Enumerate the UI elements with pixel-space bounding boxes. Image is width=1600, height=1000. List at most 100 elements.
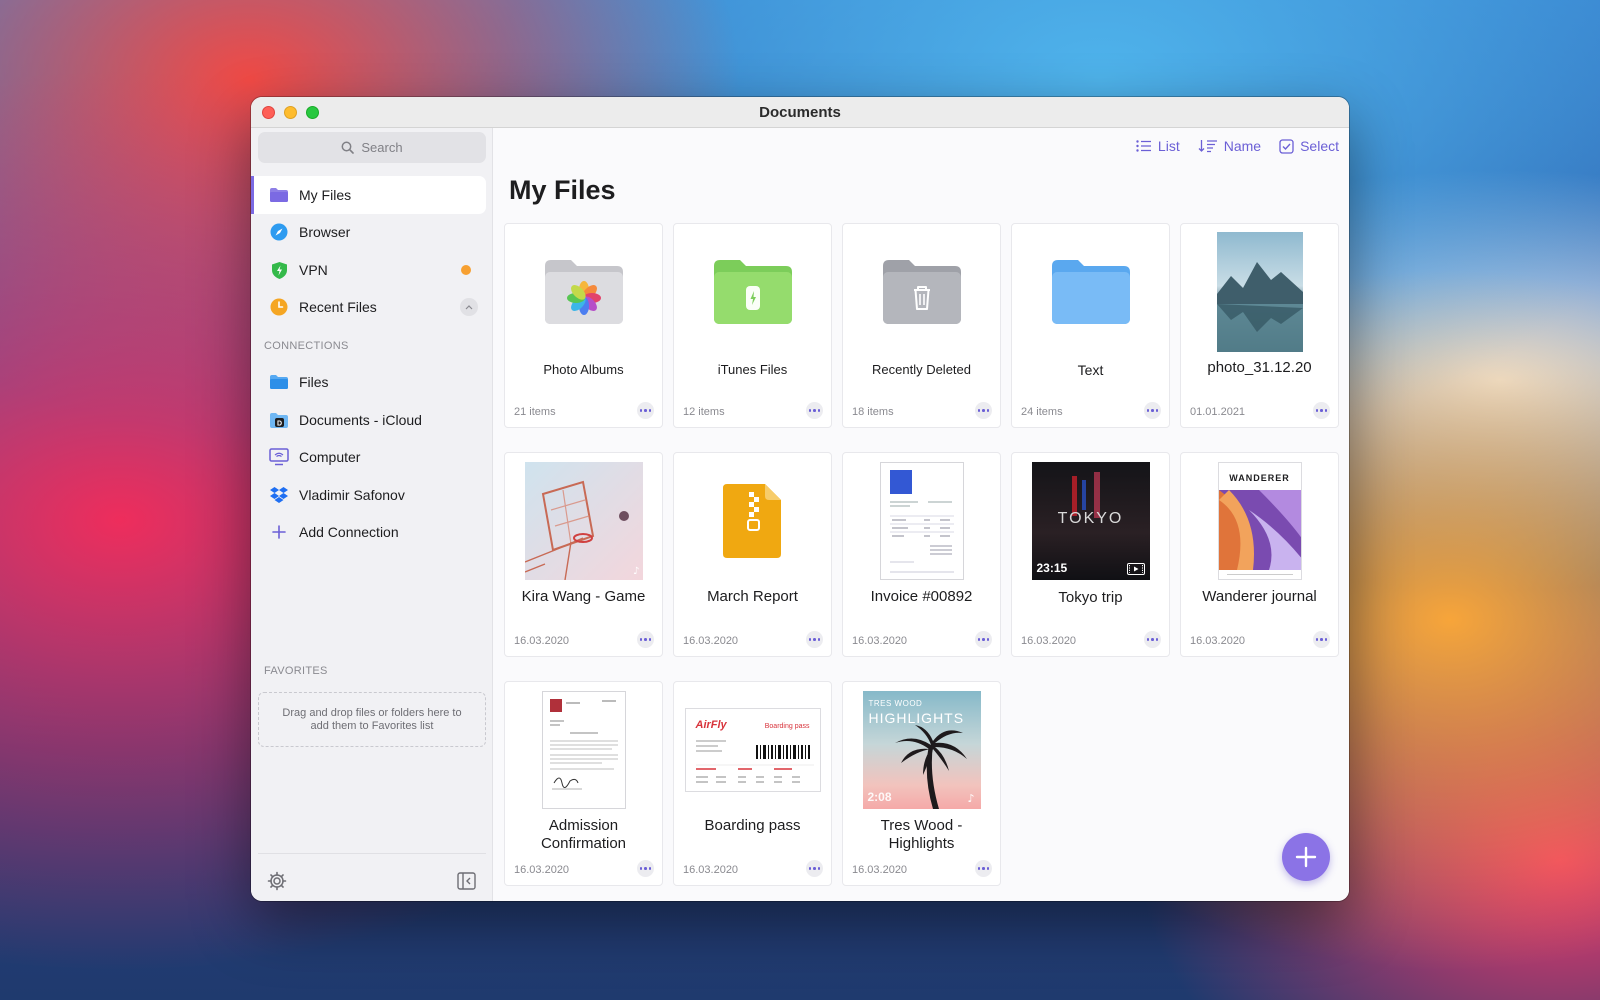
thumbnail: ♪ [505, 453, 662, 588]
file-meta: 12 items [683, 406, 725, 418]
file-card-recently-deleted[interactable]: Recently Deleted 18 items [842, 223, 1001, 428]
file-name: Admission Confirmation [540, 817, 627, 852]
file-meta: 16.03.2020 [514, 635, 570, 647]
file-name: Photo Albums [543, 362, 624, 377]
minimize-window-button[interactable] [284, 106, 297, 119]
more-options-button[interactable] [637, 860, 654, 877]
sidebar-item-dropbox-account[interactable]: Vladimir Safonov [251, 476, 486, 514]
window-controls [262, 106, 319, 119]
airline-brand: AirFly [695, 718, 727, 731]
sidebar-item-recent-files[interactable]: Recent Files [251, 288, 486, 326]
file-card-admission-confirmation[interactable]: Admission Confirmation 16.03.2020 [504, 681, 663, 886]
sidebar-footer-divider [258, 853, 486, 854]
folder-icon [269, 372, 289, 392]
sidebar-item-my-files[interactable]: My Files [251, 176, 486, 214]
magazine-cover-thumbnail: WANDERER [1217, 461, 1302, 580]
more-options-button[interactable] [975, 402, 992, 419]
trash-folder-icon [882, 259, 961, 324]
file-meta: 16.03.2020 [1190, 635, 1246, 647]
sidebar-item-browser[interactable]: Browser [251, 213, 486, 251]
add-connection-label: Add Connection [299, 524, 399, 540]
dropbox-icon [269, 485, 289, 505]
thumbnail [505, 224, 662, 359]
titlebar: Documents [251, 97, 1349, 128]
file-card-itunes-files[interactable]: iTunes Files 12 items [673, 223, 832, 428]
select-label: Select [1300, 138, 1339, 154]
file-card-kira-wang-game[interactable]: ♪ Kira Wang - Game 16.03.2020 [504, 452, 663, 657]
zip-archive-icon [722, 483, 781, 558]
more-options-button[interactable] [975, 631, 992, 648]
more-options-button[interactable] [637, 402, 654, 419]
file-card-tokyo-trip[interactable]: TOKYO 23:15 Tokyo trip 16.03.2020 [1011, 452, 1170, 657]
thumbnail [1012, 224, 1169, 359]
file-meta: 21 items [514, 406, 556, 418]
more-options-button[interactable] [806, 631, 823, 648]
sidebar-item-files[interactable]: Files [251, 363, 486, 401]
more-options-button[interactable] [1144, 631, 1161, 648]
file-card-text[interactable]: Text 24 items [1011, 223, 1170, 428]
more-options-button[interactable] [806, 402, 823, 419]
settings-gear-icon[interactable] [267, 871, 287, 891]
zoom-window-button[interactable] [306, 106, 319, 119]
more-options-button[interactable] [637, 631, 654, 648]
sidebar-item-vpn[interactable]: VPN [251, 251, 486, 289]
file-meta: 24 items [1021, 406, 1063, 418]
file-card-march-report[interactable]: March Report 16.03.2020 [673, 452, 832, 657]
file-meta: 18 items [852, 406, 894, 418]
sidebar-item-documents-icloud[interactable]: D Documents - iCloud [251, 401, 486, 439]
file-card-photo-albums[interactable]: Photo Albums 21 items [504, 223, 663, 428]
chevron-up-icon [465, 304, 473, 309]
computer-icon [269, 447, 289, 467]
plus-icon [1295, 846, 1317, 868]
file-name: Recently Deleted [872, 362, 971, 377]
file-card-tres-wood-highlights[interactable]: TRES WOOD HIGHLIGHTS 2:08 ♪ Tres Wood - … [842, 681, 1001, 886]
select-button[interactable]: Select [1279, 138, 1339, 154]
vpn-status-dot [461, 265, 471, 275]
file-name: Boarding pass [704, 817, 801, 834]
documents-window: Documents Search My Files Browser VPN Re… [251, 97, 1349, 901]
video-overlay-text: TOKYO [1057, 509, 1124, 527]
sidebar-item-computer[interactable]: Computer [251, 438, 486, 476]
thumbnail [1181, 224, 1338, 359]
search-icon [341, 141, 355, 154]
more-options-button[interactable] [1313, 631, 1330, 648]
letter-document-thumbnail [541, 690, 626, 809]
list-view-button[interactable]: List [1136, 138, 1180, 154]
sidebar-item-label: Vladimir Safonov [299, 487, 405, 503]
svg-text:D: D [277, 420, 282, 427]
thumbnail: WANDERER [1181, 453, 1338, 588]
search-field[interactable]: Search [258, 132, 486, 163]
collapse-sidebar-icon[interactable] [457, 872, 476, 890]
add-connection-button[interactable]: Add Connection [251, 513, 486, 551]
file-card-invoice[interactable]: Invoice #00892 16.03.2020 [842, 452, 1001, 657]
thumbnail [674, 224, 831, 359]
more-options-button[interactable] [1313, 402, 1330, 419]
more-options-button[interactable] [1144, 402, 1161, 419]
file-meta: 16.03.2020 [852, 864, 908, 876]
sidebar-item-label: Browser [299, 224, 351, 240]
file-meta: 16.03.2020 [852, 635, 908, 647]
mountain-photo-thumbnail [1216, 231, 1303, 352]
more-options-button[interactable] [975, 860, 992, 877]
more-options-button[interactable] [806, 860, 823, 877]
sidebar-item-label: VPN [299, 262, 328, 278]
plus-icon [269, 522, 289, 542]
sort-by-name-button[interactable]: Name [1198, 138, 1261, 154]
connections-heading: CONNECTIONS [264, 340, 349, 352]
file-name: Text [1077, 362, 1104, 378]
file-card-photo[interactable]: photo_31.12.20 01.01.2021 [1180, 223, 1339, 428]
folder-icon [269, 185, 289, 205]
collapse-recent-button[interactable] [460, 298, 478, 316]
ticket-details [695, 740, 814, 782]
thumbnail [505, 682, 662, 817]
favorites-drop-zone[interactable]: Drag and drop files or folders here to a… [258, 692, 486, 747]
music-note-icon: ♪ [967, 791, 975, 805]
file-meta: 16.03.2020 [514, 864, 570, 876]
add-new-button[interactable] [1282, 833, 1330, 881]
cover-line-1: TRES WOOD [868, 698, 923, 708]
sidebar-item-label: My Files [299, 187, 352, 203]
close-window-button[interactable] [262, 106, 275, 119]
file-card-boarding-pass[interactable]: AirFly Boarding pass Boarding pass 16.03… [673, 681, 832, 886]
file-card-wanderer-journal[interactable]: WANDERER Wanderer journal 16.03.2020 [1180, 452, 1339, 657]
file-name: Invoice #00892 [870, 588, 973, 605]
